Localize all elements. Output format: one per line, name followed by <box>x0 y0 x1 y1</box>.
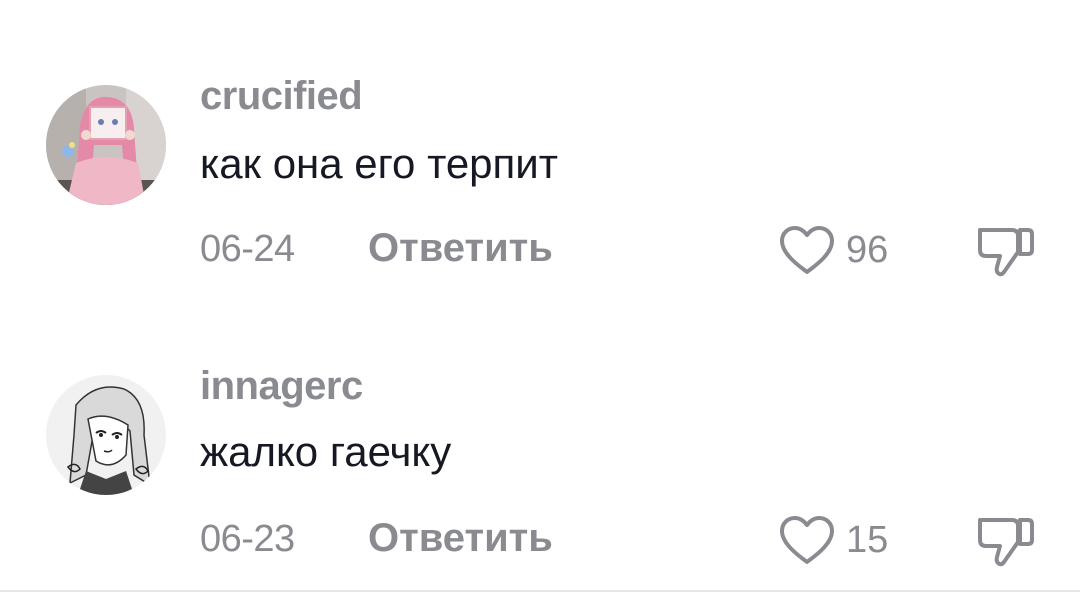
dislike-button[interactable] <box>974 222 1036 278</box>
reply-button[interactable]: Ответить <box>368 226 553 271</box>
comment-item: crucified как она его терпит 06-24 Ответ… <box>0 0 1080 290</box>
like-button[interactable]: 96 <box>778 222 888 278</box>
thumbs-down-icon <box>978 228 1034 277</box>
comment-username[interactable]: innagerc <box>200 364 363 409</box>
heart-icon <box>780 226 834 274</box>
comment-date: 06-24 <box>200 228 295 270</box>
like-count: 15 <box>846 518 889 561</box>
user-avatar[interactable] <box>46 375 166 495</box>
dislike-button[interactable] <box>974 512 1036 568</box>
comment-username[interactable]: crucified <box>200 74 363 119</box>
heart-icon <box>780 516 834 564</box>
reply-button[interactable]: Ответить <box>368 516 553 561</box>
manga-girl-avatar-icon <box>46 375 166 495</box>
comment-date: 06-23 <box>200 518 295 560</box>
divider <box>0 590 1080 592</box>
like-button[interactable]: 15 <box>778 512 888 568</box>
anime-girl-avatar-icon <box>46 85 166 205</box>
user-avatar[interactable] <box>46 85 166 205</box>
thumbs-down-icon <box>978 518 1034 567</box>
like-count: 96 <box>846 228 889 271</box>
comment-text: жалко гаечку <box>200 428 452 475</box>
comment-item: innagerc жалко гаечку 06-23 Ответить 15 <box>0 290 1080 580</box>
comment-text: как она его терпит <box>200 140 558 187</box>
